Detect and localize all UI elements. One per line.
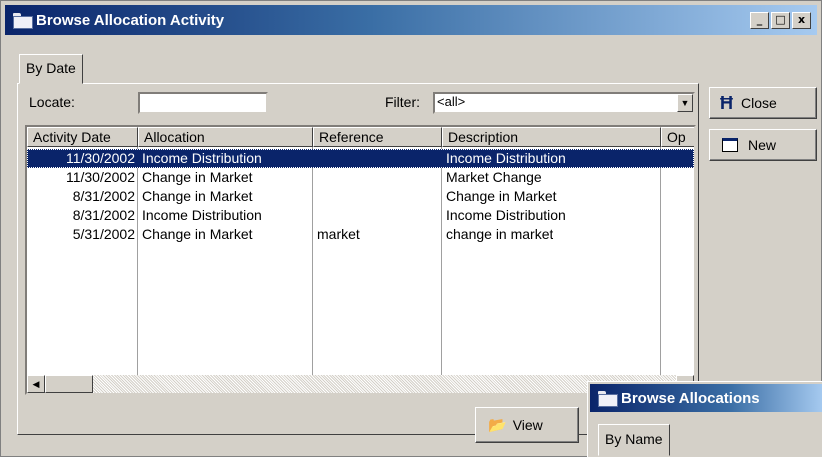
new-button[interactable]: New <box>709 129 817 161</box>
cell-allocation: Change in Market <box>142 188 253 204</box>
table-row[interactable]: 11/30/2002 Change in Market Market Chang… <box>27 168 694 187</box>
table-row[interactable]: 5/31/2002 Change in Market market change… <box>27 225 694 244</box>
locate-input[interactable] <box>138 92 268 114</box>
cell-date: 11/30/2002 <box>65 150 135 166</box>
title-bar[interactable]: Browse Allocation Activity _ □ x <box>5 5 817 35</box>
new-button-label: New <box>748 137 777 153</box>
activity-table[interactable]: Activity Date Allocation Reference Descr… <box>25 125 696 395</box>
column-header-reference[interactable]: Reference <box>313 127 442 147</box>
close-button-label: Close <box>741 95 777 111</box>
close-button[interactable]: Ħ Close <box>709 87 817 119</box>
cell-date: 5/31/2002 <box>72 226 135 242</box>
column-header-activity-date[interactable]: Activity Date <box>27 127 138 147</box>
close-door-icon: Ħ <box>720 92 733 113</box>
cell-description: Income Distribution <box>446 207 566 223</box>
close-window-button[interactable]: x <box>792 11 811 29</box>
cell-date: 11/30/2002 <box>65 169 135 185</box>
table-row[interactable]: 8/31/2002 Income Distribution Income Dis… <box>27 206 694 225</box>
cell-description: Income Distribution <box>446 150 566 166</box>
open-folder-icon: 📂 <box>488 417 507 434</box>
cell-description: Change in Market <box>446 188 557 204</box>
folder-icon <box>598 391 618 407</box>
scrollbar-thumb[interactable] <box>45 375 93 393</box>
column-header-op[interactable]: Op <box>661 127 694 147</box>
window-title: Browse Allocation Activity <box>36 11 225 29</box>
popup-title: Browse Allocations <box>621 389 760 407</box>
tab-by-name[interactable]: By Name <box>598 424 670 456</box>
cell-allocation: Change in Market <box>142 226 253 242</box>
cell-date: 8/31/2002 <box>72 207 135 223</box>
column-header-allocation[interactable]: Allocation <box>138 127 313 147</box>
filter-value: <all> <box>437 94 466 109</box>
filter-label: Filter: <box>385 94 420 110</box>
locate-label: Locate: <box>29 94 75 110</box>
minimize-button[interactable]: _ <box>750 11 769 29</box>
cell-allocation: Income Distribution <box>142 150 262 166</box>
filter-select[interactable]: <all> ▼ <box>433 92 695 114</box>
chevron-down-icon[interactable]: ▼ <box>677 94 693 112</box>
cell-date: 8/31/2002 <box>72 188 135 204</box>
new-window-icon <box>722 138 738 152</box>
popup-title-bar[interactable]: Browse Allocations <box>590 384 822 412</box>
view-button[interactable]: 📂 View <box>475 407 579 443</box>
table-row[interactable]: 8/31/2002 Change in Market Change in Mar… <box>27 187 694 206</box>
cell-reference: market <box>317 226 360 242</box>
scroll-left-icon[interactable]: ◀ <box>27 375 45 393</box>
cell-allocation: Income Distribution <box>142 207 262 223</box>
cell-allocation: Change in Market <box>142 169 253 185</box>
maximize-button[interactable]: □ <box>771 11 790 29</box>
tab-by-date[interactable]: By Date <box>19 54 83 84</box>
cell-description: change in market <box>446 226 554 242</box>
view-button-label: View <box>512 417 543 433</box>
window-controls: _ □ x <box>750 11 811 29</box>
folder-icon <box>13 13 33 29</box>
browse-allocations-window: Browse Allocations By Name <box>587 381 822 457</box>
table-row[interactable]: 11/30/2002 Income Distribution Income Di… <box>27 149 694 168</box>
cell-description: Market Change <box>446 169 542 185</box>
column-header-description[interactable]: Description <box>442 127 661 147</box>
